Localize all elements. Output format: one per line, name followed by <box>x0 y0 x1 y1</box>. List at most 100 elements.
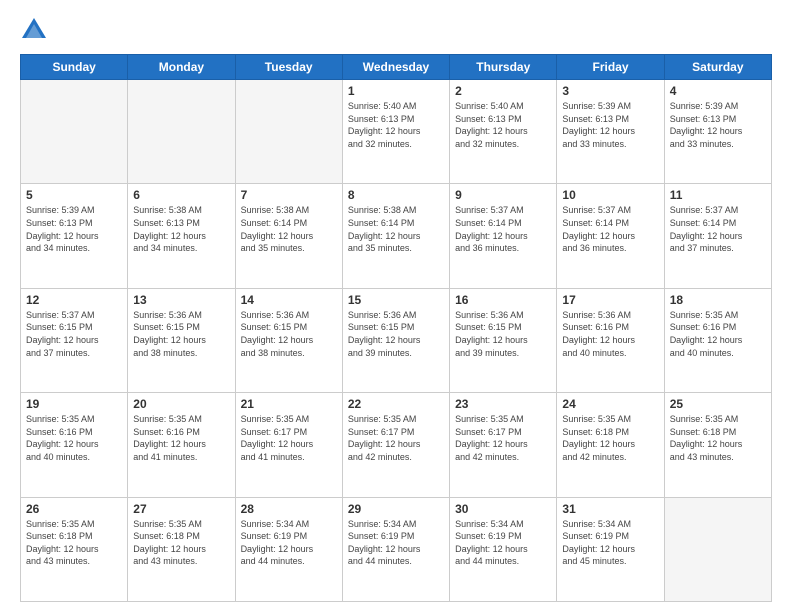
day-number: 12 <box>26 293 122 307</box>
day-number: 16 <box>455 293 551 307</box>
day-cell: 22 Sunrise: 5:35 AM Sunset: 6:17 PM Dayli… <box>342 393 449 497</box>
day-number: 15 <box>348 293 444 307</box>
day-number: 7 <box>241 188 337 202</box>
day-info: Sunrise: 5:39 AM Sunset: 6:13 PM Dayligh… <box>26 204 122 254</box>
day-number: 13 <box>133 293 229 307</box>
calendar-header: SundayMondayTuesdayWednesdayThursdayFrid… <box>21 55 772 80</box>
day-cell: 23 Sunrise: 5:35 AM Sunset: 6:17 PM Dayli… <box>450 393 557 497</box>
day-number: 9 <box>455 188 551 202</box>
week-row-4: 19Sunrise: 5:35 AM Sunset: 6:16 PM Dayli… <box>21 393 772 497</box>
day-cell: 18Sunrise: 5:35 AM Sunset: 6:16 PM Dayli… <box>664 288 771 392</box>
day-cell <box>128 80 235 184</box>
header-cell-monday: Monday <box>128 55 235 80</box>
day-info: Sunrise: 5:37 AM Sunset: 6:14 PM Dayligh… <box>455 204 551 254</box>
day-number: 17 <box>562 293 658 307</box>
day-cell: 26 Sunrise: 5:35 AM Sunset: 6:18 PM Dayli… <box>21 497 128 601</box>
day-cell: 15 Sunrise: 5:36 AM Sunset: 6:15 PM Dayli… <box>342 288 449 392</box>
day-cell: 28Sunrise: 5:34 AM Sunset: 6:19 PM Dayli… <box>235 497 342 601</box>
day-info: Sunrise: 5:39 AM Sunset: 6:13 PM Dayligh… <box>562 100 658 150</box>
day-cell: 16 Sunrise: 5:36 AM Sunset: 6:15 PM Dayli… <box>450 288 557 392</box>
day-cell: 14 Sunrise: 5:36 AM Sunset: 6:15 PM Dayli… <box>235 288 342 392</box>
week-row-2: 5 Sunrise: 5:39 AM Sunset: 6:13 PM Daylig… <box>21 184 772 288</box>
day-info: Sunrise: 5:35 AM Sunset: 6:16 PM Dayligh… <box>26 413 122 463</box>
day-number: 14 <box>241 293 337 307</box>
day-info: Sunrise: 5:34 AM Sunset: 6:19 PM Dayligh… <box>348 518 444 568</box>
day-number: 8 <box>348 188 444 202</box>
day-cell: 19Sunrise: 5:35 AM Sunset: 6:16 PM Dayli… <box>21 393 128 497</box>
day-info: Sunrise: 5:38 AM Sunset: 6:14 PM Dayligh… <box>348 204 444 254</box>
day-info: Sunrise: 5:37 AM Sunset: 6:14 PM Dayligh… <box>670 204 766 254</box>
day-number: 29 <box>348 502 444 516</box>
day-cell: 27 Sunrise: 5:35 AM Sunset: 6:18 PM Dayli… <box>128 497 235 601</box>
day-info: Sunrise: 5:36 AM Sunset: 6:15 PM Dayligh… <box>455 309 551 359</box>
logo <box>20 16 52 44</box>
day-cell: 25Sunrise: 5:35 AM Sunset: 6:18 PM Dayli… <box>664 393 771 497</box>
day-info: Sunrise: 5:36 AM Sunset: 6:15 PM Dayligh… <box>133 309 229 359</box>
day-cell <box>664 497 771 601</box>
day-number: 20 <box>133 397 229 411</box>
week-row-5: 26 Sunrise: 5:35 AM Sunset: 6:18 PM Dayli… <box>21 497 772 601</box>
day-cell: 20Sunrise: 5:35 AM Sunset: 6:16 PM Dayli… <box>128 393 235 497</box>
day-cell: 4Sunrise: 5:39 AM Sunset: 6:13 PM Daylig… <box>664 80 771 184</box>
day-info: Sunrise: 5:35 AM Sunset: 6:18 PM Dayligh… <box>26 518 122 568</box>
week-row-3: 12Sunrise: 5:37 AM Sunset: 6:15 PM Dayli… <box>21 288 772 392</box>
day-number: 1 <box>348 84 444 98</box>
day-number: 25 <box>670 397 766 411</box>
day-info: Sunrise: 5:35 AM Sunset: 6:17 PM Dayligh… <box>241 413 337 463</box>
day-cell: 12Sunrise: 5:37 AM Sunset: 6:15 PM Dayli… <box>21 288 128 392</box>
day-number: 11 <box>670 188 766 202</box>
header-cell-tuesday: Tuesday <box>235 55 342 80</box>
day-cell: 6 Sunrise: 5:38 AM Sunset: 6:13 PM Daylig… <box>128 184 235 288</box>
day-cell: 30 Sunrise: 5:34 AM Sunset: 6:19 PM Dayli… <box>450 497 557 601</box>
day-cell: 7 Sunrise: 5:38 AM Sunset: 6:14 PM Daylig… <box>235 184 342 288</box>
day-number: 22 <box>348 397 444 411</box>
day-info: Sunrise: 5:40 AM Sunset: 6:13 PM Dayligh… <box>348 100 444 150</box>
day-cell: 1 Sunrise: 5:40 AM Sunset: 6:13 PM Daylig… <box>342 80 449 184</box>
day-cell: 17 Sunrise: 5:36 AM Sunset: 6:16 PM Dayli… <box>557 288 664 392</box>
day-cell: 3 Sunrise: 5:39 AM Sunset: 6:13 PM Daylig… <box>557 80 664 184</box>
day-info: Sunrise: 5:34 AM Sunset: 6:19 PM Dayligh… <box>455 518 551 568</box>
day-number: 27 <box>133 502 229 516</box>
day-number: 10 <box>562 188 658 202</box>
day-info: Sunrise: 5:35 AM Sunset: 6:18 PM Dayligh… <box>133 518 229 568</box>
day-cell <box>235 80 342 184</box>
day-cell: 29 Sunrise: 5:34 AM Sunset: 6:19 PM Dayli… <box>342 497 449 601</box>
day-number: 2 <box>455 84 551 98</box>
day-info: Sunrise: 5:35 AM Sunset: 6:17 PM Dayligh… <box>455 413 551 463</box>
day-number: 30 <box>455 502 551 516</box>
day-info: Sunrise: 5:37 AM Sunset: 6:14 PM Dayligh… <box>562 204 658 254</box>
header-cell-friday: Friday <box>557 55 664 80</box>
day-number: 31 <box>562 502 658 516</box>
logo-icon <box>20 16 48 44</box>
day-number: 21 <box>241 397 337 411</box>
day-cell: 13 Sunrise: 5:36 AM Sunset: 6:15 PM Dayli… <box>128 288 235 392</box>
day-number: 26 <box>26 502 122 516</box>
day-info: Sunrise: 5:35 AM Sunset: 6:18 PM Dayligh… <box>562 413 658 463</box>
day-cell: 21 Sunrise: 5:35 AM Sunset: 6:17 PM Dayli… <box>235 393 342 497</box>
day-number: 6 <box>133 188 229 202</box>
page: SundayMondayTuesdayWednesdayThursdayFrid… <box>0 0 792 612</box>
day-cell: 8 Sunrise: 5:38 AM Sunset: 6:14 PM Daylig… <box>342 184 449 288</box>
week-row-1: 1 Sunrise: 5:40 AM Sunset: 6:13 PM Daylig… <box>21 80 772 184</box>
day-info: Sunrise: 5:38 AM Sunset: 6:14 PM Dayligh… <box>241 204 337 254</box>
day-info: Sunrise: 5:36 AM Sunset: 6:15 PM Dayligh… <box>241 309 337 359</box>
day-number: 5 <box>26 188 122 202</box>
day-info: Sunrise: 5:35 AM Sunset: 6:17 PM Dayligh… <box>348 413 444 463</box>
day-number: 18 <box>670 293 766 307</box>
day-cell: 24 Sunrise: 5:35 AM Sunset: 6:18 PM Dayli… <box>557 393 664 497</box>
calendar-body: 1 Sunrise: 5:40 AM Sunset: 6:13 PM Daylig… <box>21 80 772 602</box>
day-cell: 9 Sunrise: 5:37 AM Sunset: 6:14 PM Daylig… <box>450 184 557 288</box>
day-number: 24 <box>562 397 658 411</box>
calendar-table: SundayMondayTuesdayWednesdayThursdayFrid… <box>20 54 772 602</box>
day-number: 4 <box>670 84 766 98</box>
day-info: Sunrise: 5:36 AM Sunset: 6:16 PM Dayligh… <box>562 309 658 359</box>
day-cell: 5 Sunrise: 5:39 AM Sunset: 6:13 PM Daylig… <box>21 184 128 288</box>
day-number: 3 <box>562 84 658 98</box>
day-info: Sunrise: 5:38 AM Sunset: 6:13 PM Dayligh… <box>133 204 229 254</box>
header-cell-saturday: Saturday <box>664 55 771 80</box>
header-cell-wednesday: Wednesday <box>342 55 449 80</box>
header-row: SundayMondayTuesdayWednesdayThursdayFrid… <box>21 55 772 80</box>
day-number: 23 <box>455 397 551 411</box>
day-info: Sunrise: 5:36 AM Sunset: 6:15 PM Dayligh… <box>348 309 444 359</box>
day-cell: 31Sunrise: 5:34 AM Sunset: 6:19 PM Dayli… <box>557 497 664 601</box>
